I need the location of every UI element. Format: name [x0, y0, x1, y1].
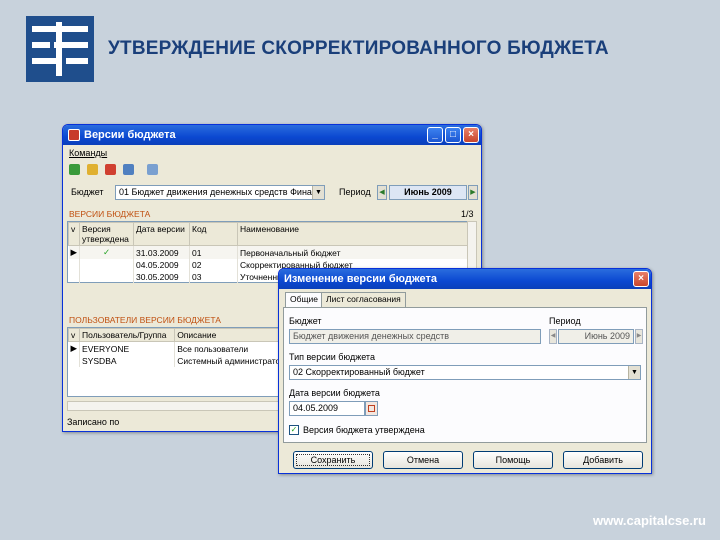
dialog-budget-label: Бюджет	[289, 316, 322, 326]
col-selector[interactable]: v	[67, 222, 81, 246]
cell-description: Все пользователи	[174, 341, 288, 355]
help-button[interactable]: Помощь	[473, 451, 553, 469]
company-logo	[26, 16, 94, 82]
cell-date: 31.03.2009	[133, 245, 191, 259]
edit-icon[interactable]	[87, 164, 98, 175]
approved-checkbox[interactable]: ✓	[289, 425, 299, 435]
table-row[interactable]: ▶ EVERYONE Все пользователи	[68, 341, 288, 355]
approved-check-icon: ✓	[79, 245, 135, 259]
window-title: Версии бюджета	[84, 129, 176, 141]
col-selector[interactable]: v	[67, 328, 81, 342]
dialog-budget-field: Бюджет движения денежных средств	[289, 329, 541, 344]
dialog-titlebar: Изменение версии бюджета ×	[279, 269, 651, 289]
tab-general[interactable]: Общие	[285, 292, 323, 307]
add-button[interactable]: Добавить	[563, 451, 643, 469]
tab-approval-sheet[interactable]: Лист согласования	[321, 292, 406, 307]
dialog-period-field: Июнь 2009	[558, 329, 634, 344]
col-code[interactable]: Код	[189, 222, 239, 246]
cell-description: Системный администратор	[174, 355, 288, 367]
table-row[interactable]: ▶ ✓ 31.03.2009 01 Первоначальный бюджет	[68, 245, 470, 259]
cell-code: 03	[189, 271, 239, 283]
version-date-input[interactable]: 04.05.2009	[289, 401, 365, 416]
maximize-button[interactable]: □	[445, 127, 461, 143]
refresh-icon[interactable]	[123, 164, 134, 175]
chevron-down-icon: ▼	[312, 186, 324, 199]
dialog-close-button[interactable]: ×	[633, 271, 649, 287]
period-next-button[interactable]: ▶	[468, 185, 478, 200]
slide-footer-url: www.capitalcse.ru	[593, 513, 706, 528]
save-button[interactable]: Сохранить	[293, 451, 373, 469]
version-date-label: Дата версии бюджета	[289, 388, 380, 398]
cell-name: Первоначальный бюджет	[237, 245, 470, 259]
row-pointer-icon: ▶	[68, 341, 81, 355]
users-section-title: ПОЛЬЗОВАТЕЛИ ВЕРСИИ БЮДЖЕТА	[69, 315, 221, 325]
minimize-button[interactable]: _	[427, 127, 443, 143]
copy-icon[interactable]	[147, 164, 158, 175]
users-table: v Пользователь/Группа Описание ▶ EVERYON…	[67, 327, 289, 397]
users-hscrollbar[interactable]	[67, 401, 279, 411]
dialog-period-next-button: ▶	[635, 329, 643, 344]
toolbar	[69, 163, 179, 177]
cell-date: 30.05.2009	[133, 271, 191, 283]
approved-checkbox-label: Версия бюджета утверждена	[303, 425, 425, 435]
versions-count: 1/3	[461, 209, 474, 219]
table-row[interactable]: SYSDBA Системный администратор	[68, 355, 288, 367]
version-type-value: 02 Скорректированный бюджет	[293, 367, 425, 377]
cell-code: 02	[189, 259, 239, 271]
col-date[interactable]: Дата версии	[133, 222, 191, 246]
version-type-select[interactable]: 02 Скорректированный бюджет ▼	[289, 365, 641, 380]
dialog-period-prev-button: ◀	[549, 329, 557, 344]
dialog-period-label: Период	[549, 316, 581, 326]
delete-icon[interactable]	[105, 164, 116, 175]
budget-select[interactable]: 01 Бюджет движения денежных средств Фина…	[115, 185, 325, 200]
calendar-icon[interactable]	[365, 401, 378, 416]
col-user[interactable]: Пользователь/Группа	[79, 328, 176, 342]
window-titlebar: Версии бюджета _ □ ×	[63, 125, 481, 145]
status-bar: Записано по	[67, 417, 120, 427]
add-icon[interactable]	[69, 164, 80, 175]
menu-commands[interactable]: Команды	[69, 148, 107, 158]
dialog-title: Изменение версии бюджета	[284, 273, 438, 285]
edit-version-dialog: Изменение версии бюджета × Общие Лист со…	[278, 268, 652, 474]
cell-approved	[79, 271, 135, 283]
col-name[interactable]: Наименование	[237, 222, 470, 246]
cell-user: EVERYONE	[79, 341, 176, 355]
versions-section-title: ВЕРСИИ БЮДЖЕТА	[69, 209, 151, 219]
cell-date: 04.05.2009	[133, 259, 191, 271]
cancel-button[interactable]: Отмена	[383, 451, 463, 469]
period-label: Период	[339, 187, 371, 197]
col-approved[interactable]: Версия утверждена	[79, 222, 135, 246]
cell-user: SYSDBA	[79, 355, 176, 367]
app-icon	[68, 129, 80, 141]
close-button[interactable]: ×	[463, 127, 479, 143]
cell-approved	[79, 259, 135, 271]
budget-label: Бюджет	[71, 187, 104, 197]
chevron-down-icon: ▼	[628, 366, 640, 379]
version-type-label: Тип версии бюджета	[289, 352, 375, 362]
period-prev-button[interactable]: ◀	[377, 185, 387, 200]
period-field[interactable]: Июнь 2009	[389, 185, 467, 200]
budget-select-value: 01 Бюджет движения денежных средств Фина…	[119, 187, 325, 197]
row-pointer-icon: ▶	[68, 245, 81, 259]
cell-code: 01	[189, 245, 239, 259]
slide-title: УТВЕРЖДЕНИЕ СКОРРЕКТИРОВАННОГО БЮДЖЕТА	[108, 38, 609, 59]
col-description[interactable]: Описание	[174, 328, 288, 342]
